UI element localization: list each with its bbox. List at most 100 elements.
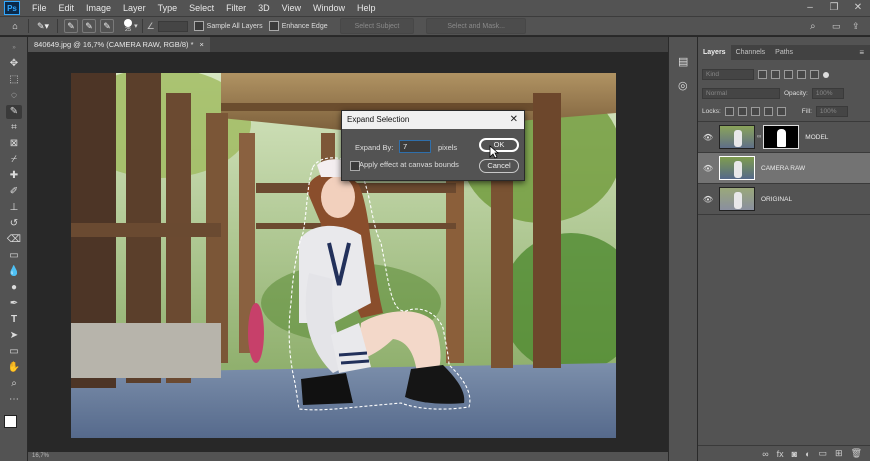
lock-position-icon[interactable] (750, 107, 760, 116)
new-group-icon[interactable]: ▭ (819, 448, 828, 459)
angle-field[interactable] (157, 20, 188, 32)
lock-pixels-icon[interactable] (737, 107, 747, 116)
filter-toggle-icon[interactable] (823, 71, 829, 78)
expand-by-input[interactable]: 7 (399, 140, 431, 153)
foreground-color-swatch[interactable] (4, 415, 17, 428)
path-selection-tool-icon[interactable]: ➤ (6, 329, 22, 343)
menu-select[interactable]: Select (183, 0, 220, 16)
collapsed-panels-strip: ▤ ◎ (668, 37, 698, 461)
delete-layer-icon[interactable]: 🗑 (851, 448, 862, 459)
type-filter-icon[interactable] (784, 70, 793, 79)
new-layer-icon[interactable]: ⊞ (835, 448, 843, 459)
eraser-tool-icon[interactable]: ⌫ (6, 233, 22, 247)
layer-row-model[interactable]: 👁 ∞ MODEL (698, 121, 870, 152)
lock-artboard-icon[interactable] (763, 107, 773, 116)
sample-all-layers-checkbox[interactable] (193, 21, 204, 31)
zoom-level[interactable]: 16,7% (32, 453, 49, 459)
restore-icon[interactable]: ❐ (822, 0, 846, 16)
menu-layer[interactable]: Layer (117, 0, 152, 16)
layer-style-icon[interactable]: fx (777, 449, 784, 459)
blend-mode-select[interactable]: Normal (702, 88, 780, 99)
lasso-tool-icon[interactable]: ◌ (6, 89, 22, 103)
search-icon[interactable]: ⌕ (810, 21, 816, 32)
home-icon[interactable]: ⌂ (8, 19, 22, 33)
add-mask-icon[interactable]: ◙ (792, 449, 797, 459)
kind-filter-select[interactable]: Kind (702, 69, 754, 80)
mask-link-icon[interactable]: ∞ (757, 134, 761, 140)
tab-paths[interactable]: Paths (770, 45, 798, 60)
brush-size-picker[interactable]: 25 (124, 19, 133, 33)
menu-type[interactable]: Type (152, 0, 184, 16)
quick-selection-preset-icon[interactable]: ✎▾ (35, 19, 51, 33)
adjustment-layer-icon[interactable]: ◐ (805, 449, 810, 459)
lock-all-icon[interactable] (776, 107, 786, 116)
dialog-close-icon[interactable]: ✕ (510, 111, 518, 129)
close-tab-icon[interactable]: × (200, 37, 204, 52)
minimize-icon[interactable]: – (798, 0, 822, 16)
ok-button[interactable]: OK (479, 138, 519, 152)
layers-panel: Layers Channels Paths ≡ Kind Normal Opac… (698, 37, 870, 461)
healing-brush-tool-icon[interactable]: ✚ (6, 169, 22, 183)
collapse-arrows-icon[interactable]: » (6, 41, 22, 55)
adjustment-filter-icon[interactable] (771, 70, 780, 79)
menu-3d[interactable]: 3D (252, 0, 276, 16)
fill-field[interactable]: 100% (815, 106, 848, 117)
link-layers-icon[interactable]: ∞ (762, 449, 768, 459)
enhance-edge-checkbox[interactable] (268, 21, 279, 31)
layer-row-camera-raw[interactable]: 👁 CAMERA RAW (698, 152, 870, 183)
menu-window[interactable]: Window (307, 0, 351, 16)
workspace-icon[interactable]: ▭ (832, 21, 841, 32)
move-tool-icon[interactable]: ✥ (6, 57, 22, 71)
document-tab[interactable]: 840649.jpg @ 16,7% (CAMERA RAW, RGB/8) *… (28, 37, 210, 52)
dodge-tool-icon[interactable]: ● (6, 281, 22, 295)
cancel-button[interactable]: Cancel (479, 159, 519, 173)
layer-row-original[interactable]: 👁 ORIGINAL (698, 183, 870, 215)
hand-tool-icon[interactable]: ✋ (6, 361, 22, 375)
panel-menu-icon[interactable]: ≡ (859, 45, 870, 60)
zoom-tool-icon[interactable]: ⌕ (6, 377, 22, 391)
smart-object-filter-icon[interactable] (810, 70, 819, 79)
tab-channels[interactable]: Channels (731, 45, 771, 60)
menu-view[interactable]: View (276, 0, 307, 16)
subtract-selection-brush-icon[interactable]: ✎ (100, 19, 115, 33)
menu-image[interactable]: Image (80, 0, 117, 16)
tab-layers[interactable]: Layers (698, 45, 731, 60)
rectangle-tool-icon[interactable]: ▭ (6, 345, 22, 359)
select-and-mask-button[interactable]: Select and Mask... (426, 18, 526, 34)
menu-file[interactable]: File (26, 0, 53, 16)
menu-help[interactable]: Help (351, 0, 382, 16)
layer-mask-thumbnail[interactable] (763, 125, 800, 149)
visibility-eye-icon[interactable]: 👁 (701, 195, 715, 204)
history-brush-tool-icon[interactable]: ↺ (6, 217, 22, 231)
quick-selection-tool-icon[interactable]: ✎ (6, 105, 22, 119)
eyedropper-tool-icon[interactable]: ⌿ (6, 153, 22, 167)
pen-tool-icon[interactable]: ✒ (6, 297, 22, 311)
lock-transparent-icon[interactable] (724, 107, 734, 116)
frame-tool-icon[interactable]: ⊠ (6, 137, 22, 151)
chevron-down-icon[interactable]: ▾ (134, 22, 138, 30)
crop-tool-icon[interactable]: ⌗ (6, 121, 22, 135)
add-selection-brush-icon[interactable]: ✎ (82, 19, 97, 33)
more-tools-icon[interactable]: ⋯ (6, 393, 22, 407)
brush-tool-icon[interactable]: ✐ (6, 185, 22, 199)
new-selection-brush-icon[interactable]: ✎ (64, 19, 79, 33)
pixel-filter-icon[interactable] (758, 70, 767, 79)
menu-edit[interactable]: Edit (53, 0, 81, 16)
select-subject-button[interactable]: Select Subject (339, 18, 415, 34)
marquee-tool-icon[interactable]: ⬚ (6, 73, 22, 87)
type-tool-icon[interactable]: T (6, 313, 22, 327)
close-window-icon[interactable]: ✕ (846, 0, 870, 16)
blur-tool-icon[interactable]: 💧 (6, 265, 22, 279)
shape-filter-icon[interactable] (797, 70, 806, 79)
expand-selection-dialog: Expand Selection ✕ Expand By: 7 pixels A… (341, 110, 525, 181)
opacity-field[interactable]: 100% (811, 88, 844, 99)
divider (57, 19, 59, 33)
adjustments-icon[interactable]: ◎ (678, 79, 688, 92)
share-icon[interactable]: ⇪ (852, 21, 860, 32)
properties-icon[interactable]: ▤ (678, 55, 688, 68)
clone-stamp-tool-icon[interactable]: ⊥ (6, 201, 22, 215)
visibility-eye-icon[interactable]: 👁 (701, 133, 715, 142)
gradient-tool-icon[interactable]: ▭ (6, 249, 22, 263)
visibility-eye-icon[interactable]: 👁 (701, 164, 715, 173)
menu-filter[interactable]: Filter (220, 0, 252, 16)
